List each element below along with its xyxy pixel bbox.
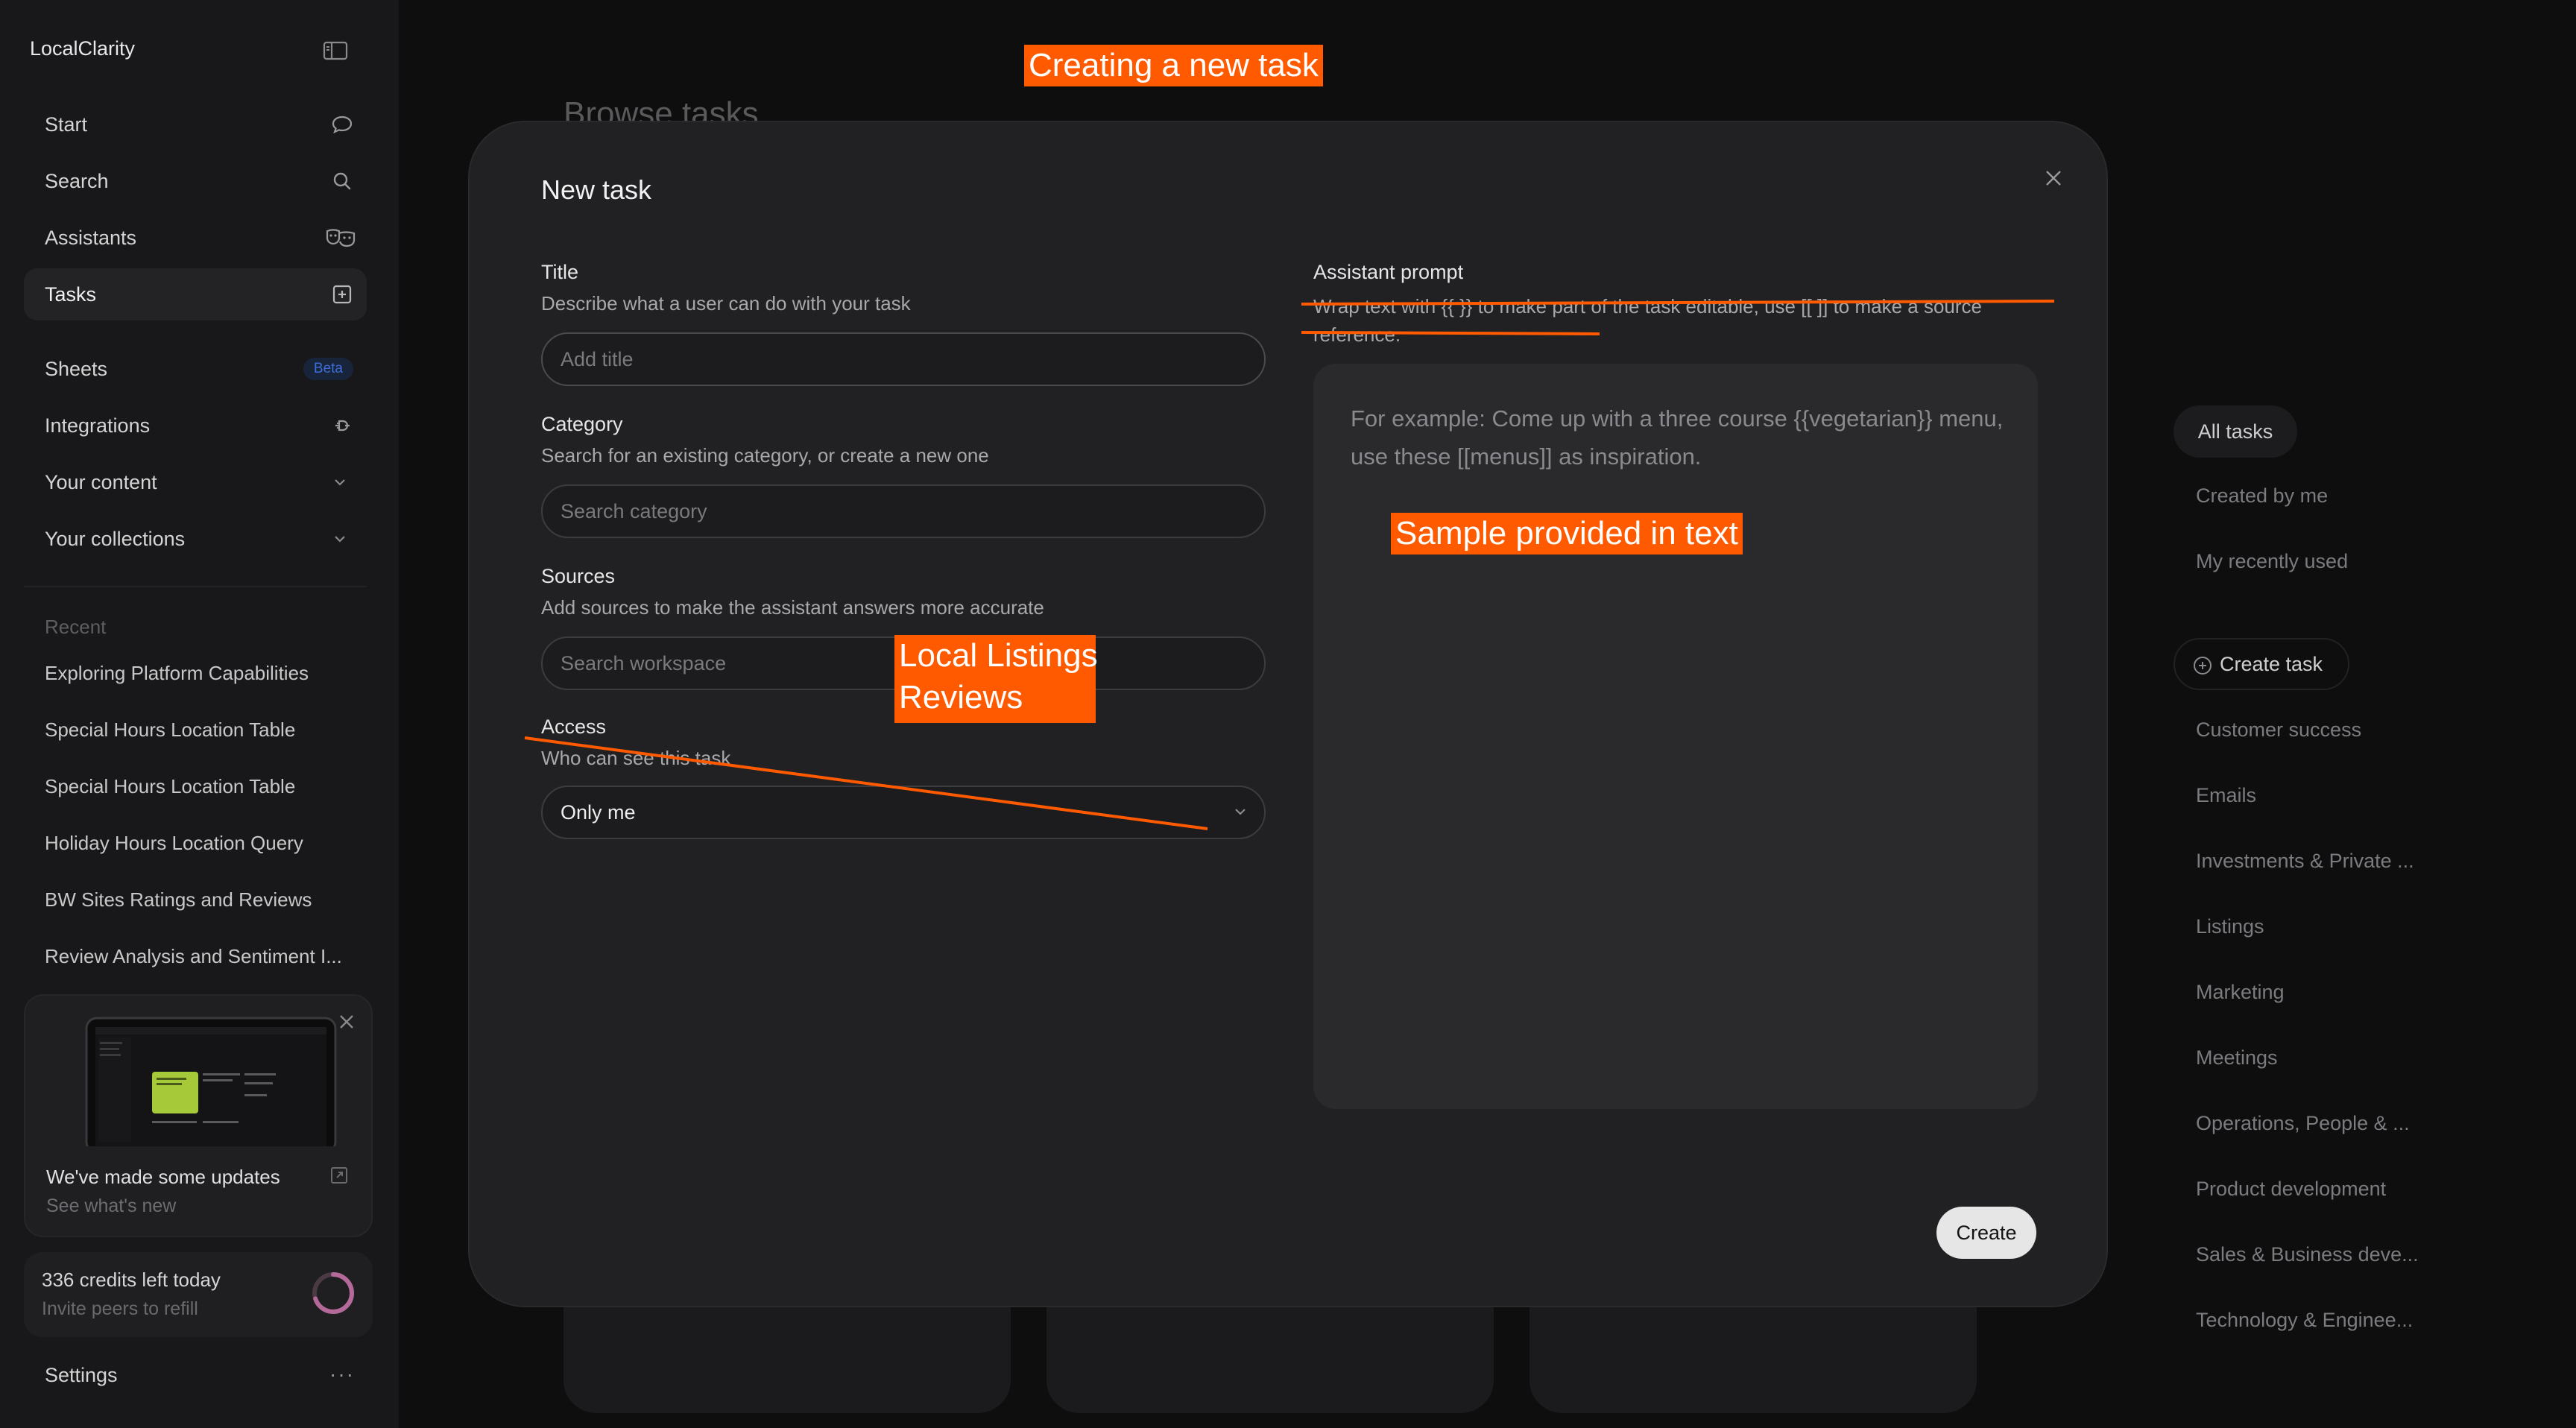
nav-start[interactable]: Start: [24, 98, 367, 151]
recent-heading: Recent: [45, 616, 107, 638]
annotation-reviews: Reviews: [899, 679, 1023, 715]
updates-subtitle: See what's new: [46, 1195, 177, 1216]
close-icon[interactable]: [337, 1012, 356, 1031]
dialog-title: New task: [541, 174, 652, 205]
new-task-dialog: New task Title Describe what a user can …: [468, 121, 2108, 1307]
nav-tasks[interactable]: Tasks: [24, 268, 367, 320]
prompt-label: Assistant prompt: [1313, 261, 1464, 283]
filter-created-by-me[interactable]: Created by me: [2196, 484, 2328, 508]
nav-assistants-label: Assistants: [45, 226, 137, 249]
sources-label: Sources: [541, 565, 616, 587]
recent-item[interactable]: Holiday Hours Location Query: [45, 832, 303, 855]
credits-title: 336 credits left today: [42, 1269, 221, 1291]
filter-all-tasks[interactable]: All tasks: [2174, 405, 2297, 458]
filter-recently-used[interactable]: My recently used: [2196, 550, 2348, 573]
chevron-down-icon: [1235, 809, 1246, 815]
recent-item[interactable]: BW Sites Ratings and Reviews: [45, 888, 312, 912]
category-link[interactable]: Sales & Business deve...: [2196, 1243, 2419, 1266]
access-help: Who can see this task: [541, 747, 731, 769]
nav-your-content[interactable]: Your content: [24, 456, 367, 508]
task-card[interactable]: [1530, 1297, 1977, 1413]
category-link[interactable]: Meetings: [2196, 1046, 2278, 1070]
task-card[interactable]: [1046, 1297, 1494, 1413]
category-link[interactable]: Technology & Enginee...: [2196, 1309, 2413, 1332]
nav-search-label: Search: [45, 169, 109, 192]
credits-subtitle: Invite peers to refill: [42, 1298, 198, 1319]
search-icon: [333, 172, 351, 190]
prompt-help: Wrap text with {{ }} to make part of the…: [1313, 295, 1982, 346]
category-link[interactable]: Investments & Private ...: [2196, 850, 2414, 873]
annotation-sources-note: Local Listings Reviews: [894, 635, 1098, 723]
category-link[interactable]: Marketing: [2196, 981, 2285, 1004]
recent-item[interactable]: Review Analysis and Sentiment I...: [45, 945, 342, 968]
create-button[interactable]: Create: [1936, 1207, 2036, 1259]
nav-sheets-label: Sheets: [45, 357, 108, 380]
title-label: Title: [541, 261, 579, 283]
sidebar-divider: [24, 586, 367, 587]
annotation-local-listings: Local Listings: [899, 637, 1098, 674]
nav-assistants[interactable]: Assistants: [24, 212, 367, 264]
annotation-sample-text: Sample provided in text: [1391, 513, 1743, 555]
annotation-creating-task: Creating a new task: [1024, 45, 1323, 86]
title-help: Describe what a user can do with your ta…: [541, 292, 911, 315]
updates-preview-image: [79, 1012, 343, 1146]
category-label: Category: [541, 413, 623, 435]
updates-title: We've made some updates: [46, 1166, 280, 1188]
external-link-icon: [331, 1167, 347, 1184]
category-link[interactable]: Customer success: [2196, 718, 2361, 742]
category-link[interactable]: Listings: [2196, 915, 2264, 938]
plus-circle-icon: [2194, 657, 2212, 674]
prompt-placeholder: For example: Come up with a three course…: [1351, 405, 2004, 470]
sidebar: LocalClarity Start Search Assistants Tas…: [0, 0, 399, 1428]
close-icon[interactable]: [2044, 168, 2063, 188]
recent-item[interactable]: Special Hours Location Table: [45, 775, 295, 798]
settings-link[interactable]: Settings: [45, 1364, 118, 1387]
nav-tasks-label: Tasks: [45, 282, 97, 306]
masks-icon: [326, 229, 356, 247]
create-task-button[interactable]: Create task: [2174, 638, 2349, 690]
category-link[interactable]: Product development: [2196, 1178, 2386, 1201]
sources-help: Add sources to make the assistant answer…: [541, 596, 1044, 619]
task-card[interactable]: [564, 1297, 1011, 1413]
access-selected-value: Only me: [561, 800, 636, 824]
recent-item[interactable]: Special Hours Location Table: [45, 718, 295, 742]
plug-icon: [335, 420, 350, 432]
nav-integrations-label: Integrations: [45, 414, 151, 437]
title-input[interactable]: [541, 332, 1266, 386]
access-select[interactable]: Only me: [541, 786, 1266, 839]
nav-search[interactable]: Search: [24, 155, 367, 207]
nav-start-label: Start: [45, 113, 88, 136]
category-link[interactable]: Operations, People & ...: [2196, 1112, 2410, 1135]
nav-your-collections-label: Your collections: [45, 527, 186, 550]
category-help: Search for an existing category, or crea…: [541, 444, 989, 467]
beta-badge: Beta: [303, 358, 353, 380]
nav-integrations[interactable]: Integrations: [24, 399, 367, 452]
credits-card[interactable]: 336 credits left today Invite peers to r…: [24, 1252, 373, 1337]
chevron-down-icon: [335, 536, 345, 543]
recent-item[interactable]: Exploring Platform Capabilities: [45, 662, 309, 685]
sidebar-toggle-icon[interactable]: [323, 40, 348, 61]
category-search-input[interactable]: [541, 484, 1266, 538]
updates-card[interactable]: We've made some updates See what's new: [24, 994, 373, 1237]
nav-your-collections[interactable]: Your collections: [24, 513, 367, 565]
prompt-textarea[interactable]: For example: Come up with a three course…: [1313, 364, 2038, 1109]
nav-your-content-label: Your content: [45, 470, 157, 493]
nav-sheets[interactable]: Sheets Beta: [24, 343, 367, 395]
chat-bubble-icon: [332, 116, 353, 134]
chevron-down-icon: [335, 479, 345, 486]
task-plus-icon: [332, 285, 352, 304]
category-link[interactable]: Emails: [2196, 784, 2256, 807]
access-label: Access: [541, 715, 607, 738]
credits-progress-ring: [312, 1272, 354, 1314]
more-options-button[interactable]: ···: [329, 1362, 355, 1386]
create-task-label: Create task: [2220, 652, 2323, 675]
app-name: LocalClarity: [30, 37, 136, 60]
